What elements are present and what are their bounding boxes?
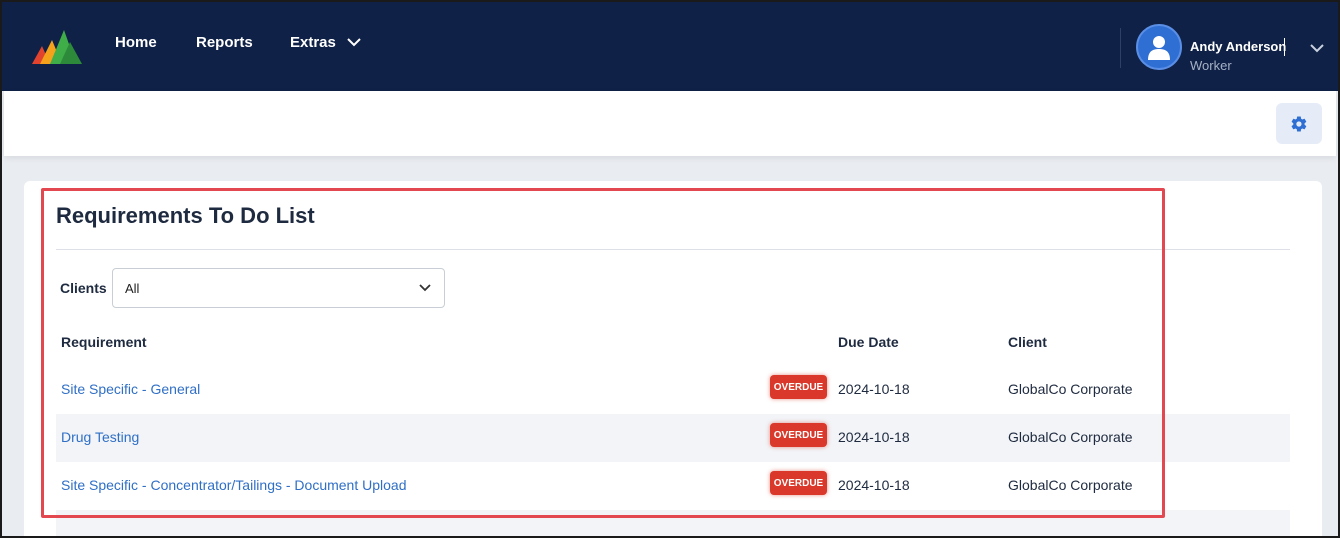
chevron-down-icon[interactable] bbox=[1309, 42, 1325, 54]
clients-filter-select[interactable]: All bbox=[112, 268, 445, 308]
avatar[interactable] bbox=[1136, 24, 1182, 70]
requirement-link[interactable]: Site Specific - General bbox=[61, 381, 200, 397]
requirement-link[interactable]: Drug Testing bbox=[61, 429, 139, 445]
page-title: Requirements To Do List bbox=[56, 203, 315, 228]
due-date: 2024-10-18 bbox=[838, 477, 910, 493]
user-icon bbox=[1148, 36, 1170, 60]
chevron-down-icon[interactable] bbox=[346, 36, 362, 48]
due-date: 2024-10-18 bbox=[838, 381, 910, 397]
clients-filter-label: Clients bbox=[60, 280, 107, 296]
nav-extras-link[interactable]: Extras bbox=[290, 34, 336, 51]
user-name[interactable]: Andy Anderson bbox=[1190, 39, 1286, 54]
status-badge: OVERDUE bbox=[770, 423, 827, 447]
clients-filter-value: All bbox=[125, 281, 140, 296]
table-row: Site Specific - Concentrator/Tailings - … bbox=[56, 462, 1290, 510]
page-toolbar bbox=[4, 91, 1336, 156]
settings-button[interactable] bbox=[1276, 103, 1322, 144]
nav-divider bbox=[1120, 28, 1121, 68]
table-row: Drug Testing OVERDUE 2024-10-18 GlobalCo… bbox=[56, 414, 1290, 462]
client-name: GlobalCo Corporate bbox=[1008, 381, 1133, 397]
status-badge: OVERDUE bbox=[770, 471, 827, 495]
column-header-requirement: Requirement bbox=[61, 334, 147, 350]
gear-icon bbox=[1291, 115, 1307, 132]
client-name: GlobalCo Corporate bbox=[1008, 429, 1133, 445]
column-header-due-date: Due Date bbox=[838, 334, 899, 350]
status-badge: OVERDUE bbox=[770, 375, 827, 399]
due-date: 2024-10-18 bbox=[838, 429, 910, 445]
table-row: Site Specific - General OVERDUE 2024-10-… bbox=[56, 366, 1290, 414]
text-cursor bbox=[1284, 38, 1285, 56]
requirement-link[interactable]: Site Specific - Concentrator/Tailings - … bbox=[61, 477, 407, 493]
table-row bbox=[56, 510, 1290, 538]
column-header-client: Client bbox=[1008, 334, 1047, 350]
nav-home-link[interactable]: Home bbox=[115, 34, 157, 51]
divider bbox=[56, 249, 1290, 250]
user-role: Worker bbox=[1190, 58, 1232, 73]
nav-reports-link[interactable]: Reports bbox=[196, 34, 253, 51]
chevron-down-icon bbox=[419, 284, 431, 292]
app-logo[interactable] bbox=[30, 22, 84, 64]
client-name: GlobalCo Corporate bbox=[1008, 477, 1133, 493]
